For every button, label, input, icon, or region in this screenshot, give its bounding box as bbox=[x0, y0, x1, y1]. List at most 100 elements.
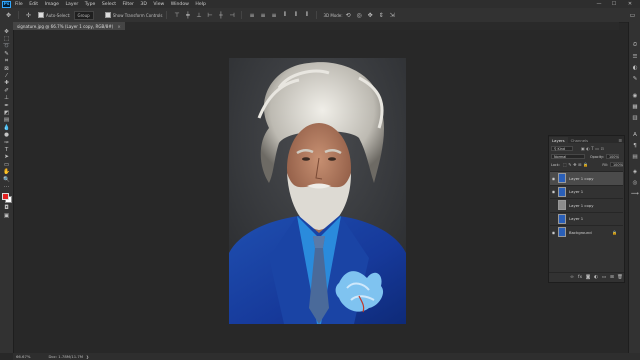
menu-3d[interactable]: 3D bbox=[140, 2, 146, 7]
fill-field[interactable]: 100% bbox=[610, 162, 623, 167]
healing-brush-tool-icon[interactable]: ✚ bbox=[0, 80, 13, 87]
properties-panel-icon[interactable]: ☰ bbox=[629, 51, 640, 62]
layers-panel-icon[interactable]: ◈ bbox=[629, 166, 640, 177]
frame-tool-icon[interactable]: ⊠ bbox=[0, 65, 13, 72]
3d-rotate-icon[interactable]: ⟲ bbox=[345, 12, 352, 19]
distribute-left-icon[interactable]: ⦀ bbox=[281, 11, 288, 19]
align-left-icon[interactable]: ⊢ bbox=[206, 12, 213, 19]
delete-layer-icon[interactable]: 🗑 bbox=[616, 275, 624, 280]
layer-style-icon[interactable]: fx bbox=[576, 275, 584, 280]
eyedropper-tool-icon[interactable]: ⁄ bbox=[0, 72, 13, 79]
distribute-bottom-icon[interactable]: ≡ bbox=[270, 12, 277, 19]
move-arrow-icon[interactable]: ✢ bbox=[25, 12, 32, 19]
adjustment-layer-icon[interactable]: ◐ bbox=[592, 275, 600, 280]
close-window-button[interactable]: ✕ bbox=[623, 0, 637, 8]
character-panel-icon[interactable]: A bbox=[629, 129, 640, 140]
maximize-button[interactable]: ☐ bbox=[607, 0, 621, 8]
zoom-level[interactable]: 66.67% bbox=[16, 354, 30, 359]
marquee-tool-icon[interactable]: ⬚ bbox=[0, 35, 13, 42]
workspace-icon[interactable]: ▭ bbox=[629, 12, 636, 19]
menu-view[interactable]: View bbox=[153, 2, 164, 7]
menu-type[interactable]: Type bbox=[85, 2, 96, 7]
menu-window[interactable]: Window bbox=[171, 2, 189, 7]
menu-select[interactable]: Select bbox=[102, 2, 116, 7]
menu-edit[interactable]: Edit bbox=[29, 2, 38, 7]
gradient-tool-icon[interactable]: ▤ bbox=[0, 117, 13, 124]
eraser-tool-icon[interactable]: ◩ bbox=[0, 109, 13, 116]
visibility-eye-icon[interactable]: ◉ bbox=[550, 189, 557, 194]
dodge-tool-icon[interactable]: ● bbox=[0, 131, 13, 138]
filter-icons[interactable]: ▣◐T▭⊡ bbox=[581, 146, 605, 151]
layer-row[interactable]: ◉ Layer 1 copy bbox=[550, 171, 623, 185]
layer-row[interactable]: Layer 1 copy bbox=[550, 198, 623, 212]
layer-row[interactable]: ◉ Background 🔒 bbox=[550, 225, 623, 239]
document-image[interactable] bbox=[229, 58, 406, 324]
new-group-icon[interactable]: ▭ bbox=[600, 275, 608, 280]
menu-help[interactable]: Help bbox=[195, 2, 205, 7]
adjustments-panel-icon[interactable]: ◐ bbox=[629, 62, 640, 73]
align-bottom-icon[interactable]: ⊥ bbox=[195, 12, 202, 19]
3d-drag-icon[interactable]: ✥ bbox=[367, 12, 374, 19]
menu-image[interactable]: Image bbox=[45, 2, 59, 7]
styles-panel-icon[interactable]: ▥ bbox=[629, 112, 640, 123]
align-right-icon[interactable]: ⊣ bbox=[228, 12, 235, 19]
lock-icons[interactable]: ⬚✎✥⊞🔒 bbox=[563, 162, 590, 167]
align-vertical-center-icon[interactable]: ╪ bbox=[184, 12, 191, 19]
more-tools-icon[interactable]: ⋯ bbox=[0, 183, 13, 190]
foreground-color-swatch[interactable] bbox=[2, 192, 9, 200]
zoom-tool-icon[interactable]: 🔍 bbox=[0, 176, 13, 183]
new-layer-icon[interactable]: ⊞ bbox=[608, 275, 616, 280]
document-size-info[interactable]: Doc: 1.78M/11.7M bbox=[48, 354, 83, 359]
hand-tool-icon[interactable]: ✋ bbox=[0, 168, 13, 175]
clone-stamp-tool-icon[interactable]: ⊥ bbox=[0, 95, 13, 102]
color-panel-icon[interactable]: ◉ bbox=[629, 90, 640, 101]
3d-slide-icon[interactable]: ⇕ bbox=[378, 12, 385, 19]
distribute-center-icon[interactable]: ≡ bbox=[259, 12, 266, 19]
panel-menu-icon[interactable]: ☰ bbox=[618, 138, 624, 143]
paragraph-panel-icon[interactable]: ¶ bbox=[629, 140, 640, 151]
menu-file[interactable]: File bbox=[15, 2, 23, 7]
align-top-icon[interactable]: ⊤ bbox=[173, 12, 180, 19]
brush-panel-icon[interactable]: ✎ bbox=[629, 73, 640, 84]
visibility-eye-icon[interactable]: ◉ bbox=[550, 176, 557, 181]
screen-mode-icon[interactable]: ▣ bbox=[0, 212, 13, 219]
show-transform-checkbox[interactable] bbox=[104, 12, 111, 18]
history-brush-tool-icon[interactable]: ✒ bbox=[0, 102, 13, 109]
filter-kind-dropdown[interactable]: ⚲ Kind bbox=[551, 146, 573, 151]
auto-select-dropdown[interactable]: Group bbox=[73, 10, 94, 20]
crop-tool-icon[interactable]: ⌗ bbox=[0, 58, 13, 65]
blur-tool-icon[interactable]: 💧 bbox=[0, 124, 13, 131]
swatches-panel-icon[interactable]: ▦ bbox=[629, 101, 640, 112]
visibility-eye-icon[interactable]: ◉ bbox=[550, 230, 557, 235]
tab-layers[interactable]: Layers bbox=[549, 137, 568, 143]
move-tool-icon[interactable]: ✥ bbox=[0, 28, 13, 35]
brush-tool-icon[interactable]: ✐ bbox=[0, 87, 13, 94]
3d-roll-icon[interactable]: ◎ bbox=[356, 12, 363, 19]
history-panel-icon[interactable]: ⏲ bbox=[629, 40, 640, 51]
layer-row[interactable]: Layer 1 bbox=[550, 211, 623, 226]
tab-channels[interactable]: Channels bbox=[568, 137, 592, 143]
paths-panel-icon[interactable]: ⟿ bbox=[629, 188, 640, 199]
path-select-tool-icon[interactable]: ➤ bbox=[0, 154, 13, 161]
layer-row[interactable]: ◉ Layer 1 bbox=[550, 184, 623, 199]
status-arrow-icon[interactable]: ❯ bbox=[86, 355, 89, 359]
quick-mask-icon[interactable]: ◘ bbox=[0, 205, 13, 212]
libraries-panel-icon[interactable]: ▤ bbox=[629, 151, 640, 162]
menu-layer[interactable]: Layer bbox=[65, 2, 78, 7]
distribute-hcenter-icon[interactable]: ⦀ bbox=[292, 11, 299, 19]
document-tab[interactable]: signature.jpg @ 66.7% (Layer 1 copy, RGB… bbox=[13, 22, 125, 30]
shape-tool-icon[interactable]: ▭ bbox=[0, 161, 13, 168]
blend-mode-dropdown[interactable]: Normal bbox=[551, 154, 585, 159]
3d-scale-icon[interactable]: ⇲ bbox=[389, 12, 396, 19]
minimize-button[interactable]: — bbox=[592, 0, 606, 8]
close-document-icon[interactable]: × bbox=[117, 24, 120, 29]
align-horizontal-center-icon[interactable]: ┼ bbox=[217, 12, 224, 19]
auto-select-checkbox[interactable] bbox=[38, 12, 44, 18]
add-mask-icon[interactable]: ◙ bbox=[584, 275, 592, 280]
move-tool-icon[interactable]: ✥ bbox=[5, 12, 12, 19]
menu-filter[interactable]: Filter bbox=[123, 2, 134, 7]
lasso-tool-icon[interactable]: ➰ bbox=[0, 43, 13, 50]
link-layers-icon[interactable]: ∞ bbox=[568, 275, 576, 280]
distribute-top-icon[interactable]: ≡ bbox=[248, 12, 255, 19]
opacity-field[interactable]: 100% bbox=[605, 154, 619, 159]
